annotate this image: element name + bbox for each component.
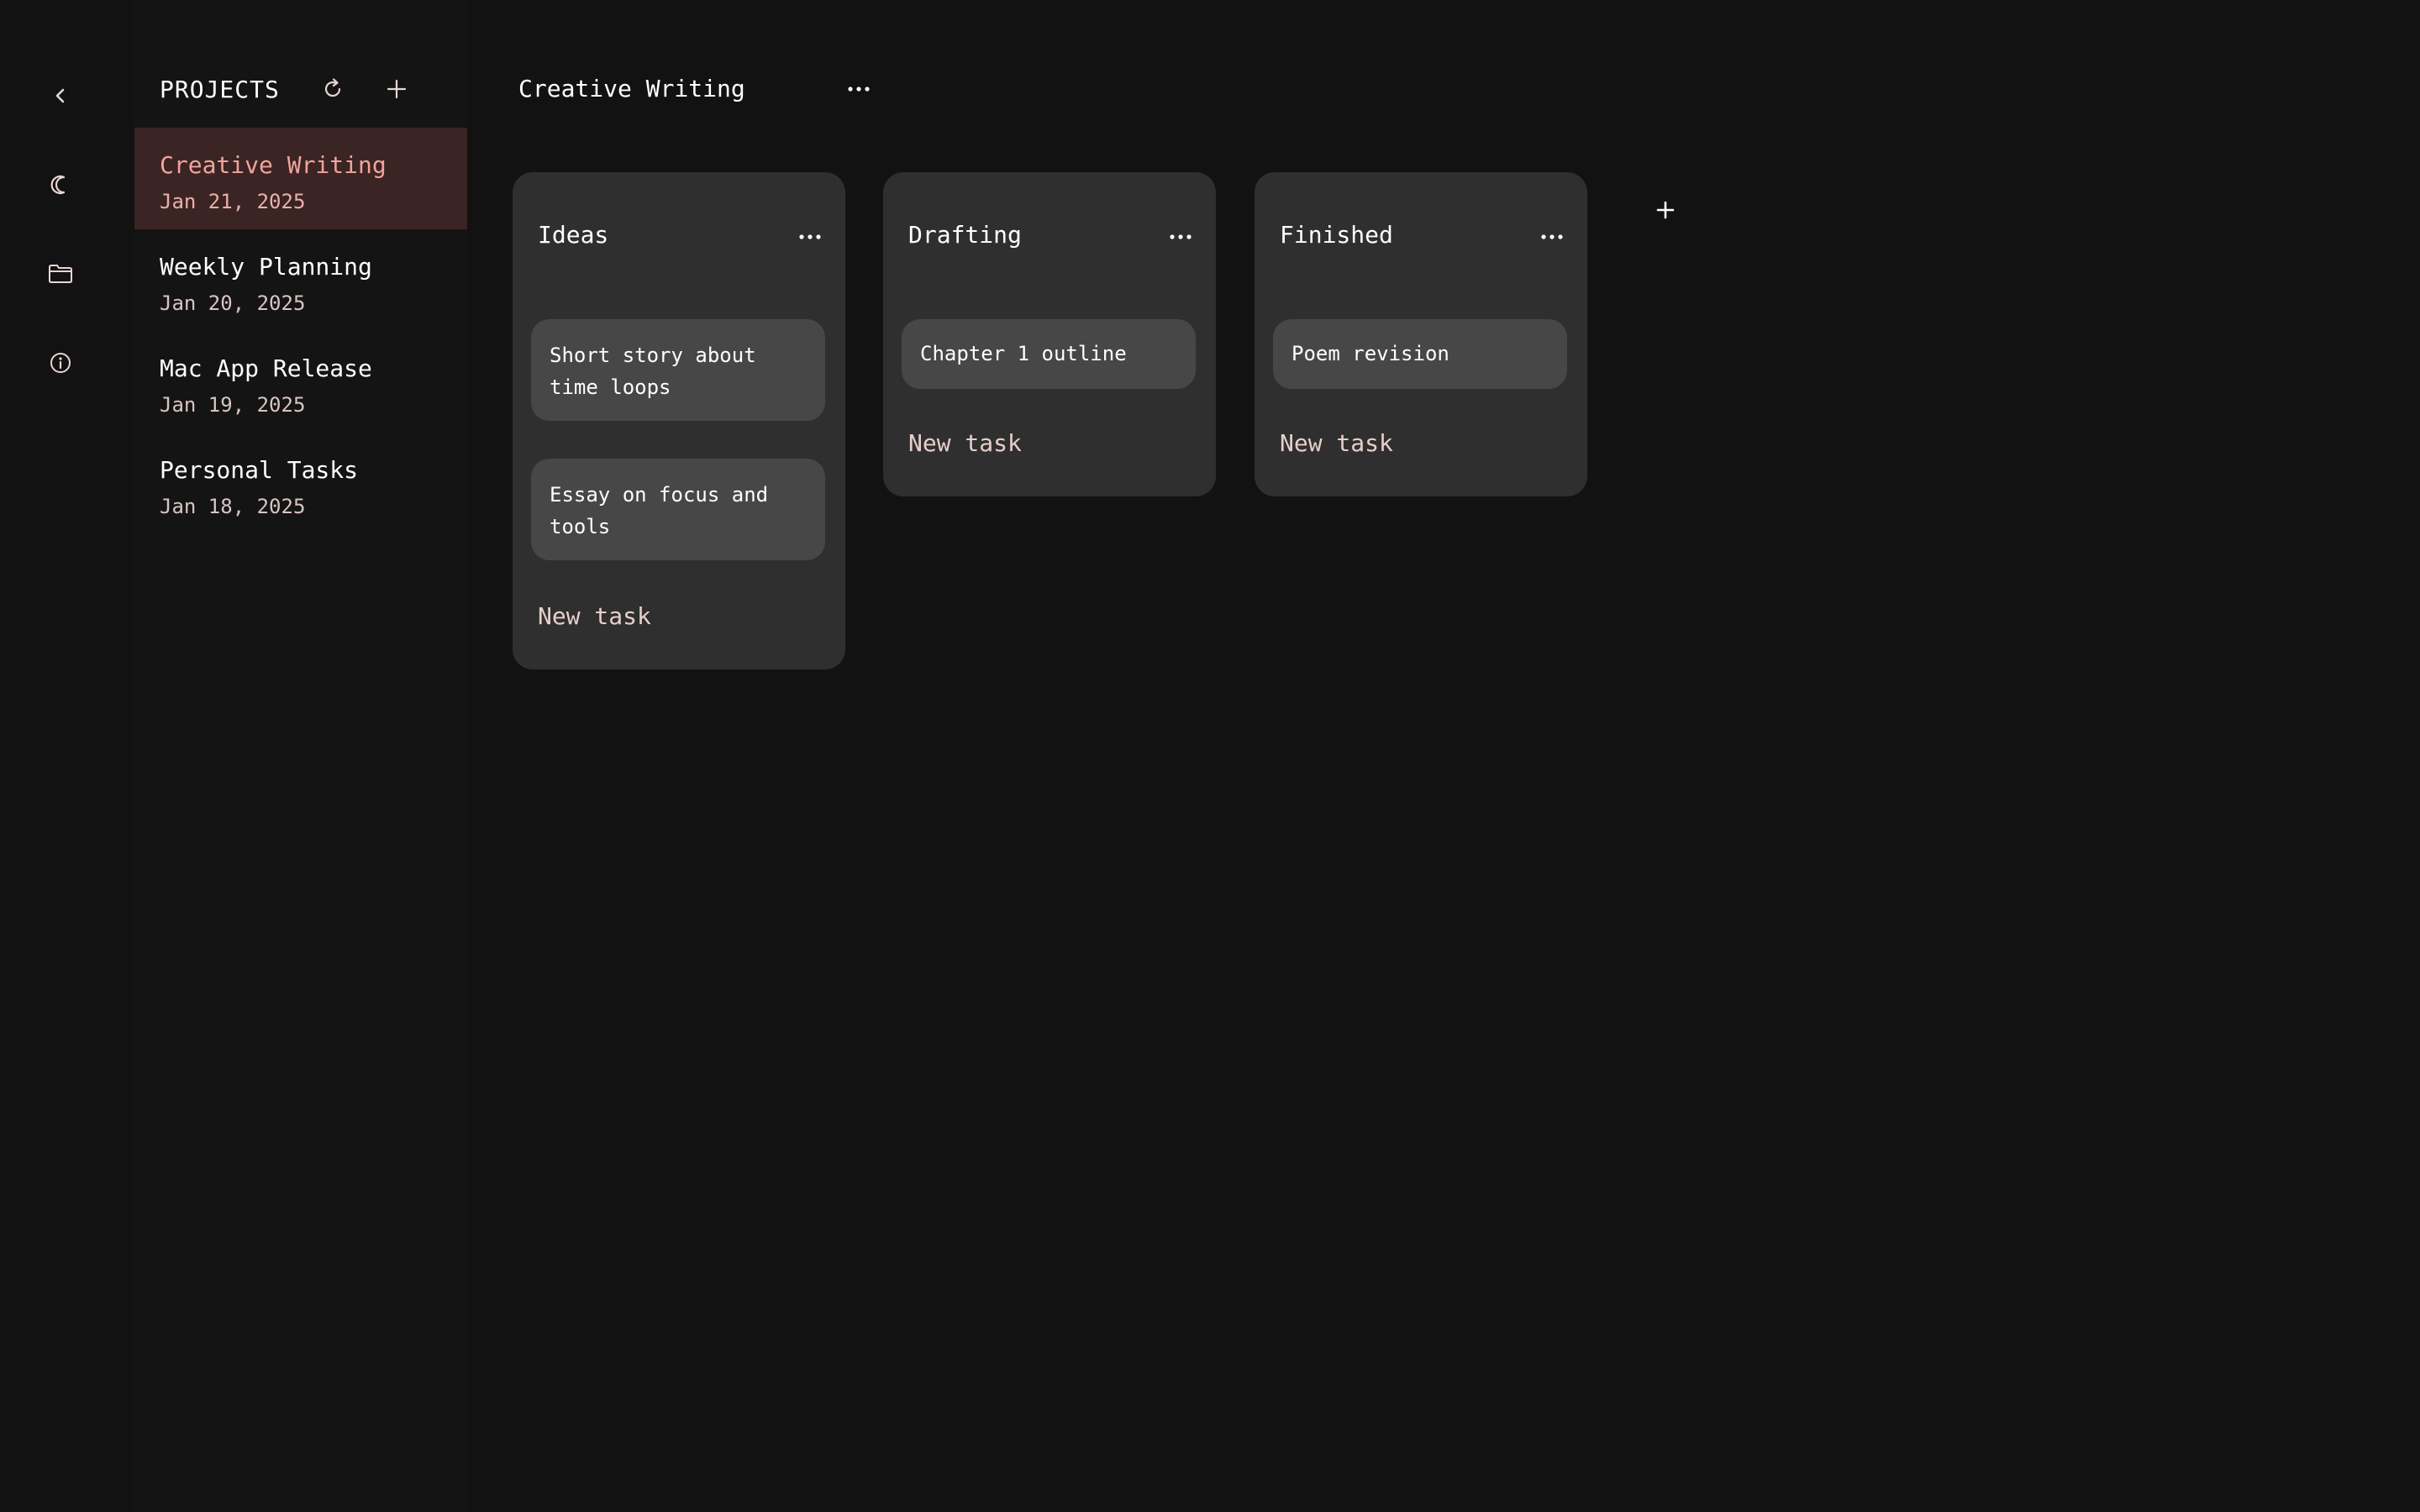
- info-icon: [50, 353, 71, 373]
- project-date: Jan 18, 2025: [160, 495, 306, 518]
- project-item-creative-writing[interactable]: Creative Writing Jan 21, 2025: [134, 128, 467, 229]
- task-card[interactable]: Poem revision: [1273, 319, 1567, 389]
- project-date: Jan 19, 2025: [160, 393, 306, 417]
- column-title: Finished: [1280, 221, 1393, 249]
- more-horizontal-icon: [1541, 234, 1563, 239]
- project-item-weekly-planning[interactable]: Weekly Planning Jan 20, 2025: [134, 229, 467, 331]
- info-button[interactable]: [44, 346, 77, 380]
- column-title: Drafting: [908, 221, 1022, 249]
- projects-title: PROJECTS: [160, 75, 280, 103]
- column-title: Ideas: [538, 221, 609, 249]
- back-button[interactable]: [44, 79, 77, 113]
- board-title: Creative Writing: [518, 75, 745, 102]
- column-menu-button[interactable]: [792, 218, 829, 255]
- projects-header: PROJECTS: [160, 71, 280, 108]
- task-card[interactable]: Short story about time loops: [531, 319, 825, 421]
- plus-icon: [387, 79, 407, 99]
- icon-rail: [0, 0, 134, 1512]
- projects-panel: PROJECTS Creative Writing Jan 21, 2025 W…: [134, 0, 467, 1512]
- project-date: Jan 21, 2025: [160, 190, 306, 213]
- plus-icon: [1656, 201, 1675, 219]
- chevron-left-icon: [55, 88, 65, 103]
- task-card[interactable]: Essay on focus and tools: [531, 459, 825, 560]
- project-date: Jan 20, 2025: [160, 291, 306, 315]
- project-name: Personal Tasks: [160, 456, 359, 484]
- refresh-button[interactable]: [314, 71, 351, 108]
- new-task-button[interactable]: New task: [908, 429, 1022, 457]
- column-drafting: Drafting Chapter 1 outline New task: [883, 172, 1216, 496]
- project-item-mac-app-release[interactable]: Mac App Release Jan 19, 2025: [134, 331, 467, 433]
- project-item-personal-tasks[interactable]: Personal Tasks Jan 18, 2025: [134, 433, 467, 534]
- project-list: Creative Writing Jan 21, 2025 Weekly Pla…: [134, 128, 467, 534]
- column-ideas: Ideas Short story about time loops Essay…: [513, 172, 845, 669]
- add-column-button[interactable]: [1647, 192, 1684, 228]
- more-horizontal-icon: [799, 234, 821, 239]
- board-menu-button[interactable]: [840, 71, 877, 108]
- new-task-button[interactable]: New task: [1280, 429, 1393, 457]
- task-card[interactable]: Chapter 1 outline: [902, 319, 1196, 389]
- app-window: PROJECTS Creative Writing Jan 21, 2025 W…: [0, 0, 2420, 1512]
- column-menu-button[interactable]: [1534, 218, 1570, 255]
- more-horizontal-icon: [848, 87, 870, 92]
- column-menu-button[interactable]: [1162, 218, 1199, 255]
- moon-icon: [50, 175, 66, 195]
- refresh-icon: [324, 78, 341, 97]
- more-horizontal-icon: [1170, 234, 1192, 239]
- project-name: Mac App Release: [160, 354, 372, 382]
- new-task-button[interactable]: New task: [538, 602, 651, 630]
- project-name: Creative Writing: [160, 151, 387, 179]
- folder-icon: [49, 265, 72, 283]
- project-name: Weekly Planning: [160, 253, 372, 281]
- column-finished: Finished Poem revision New task: [1255, 172, 1587, 496]
- folder-button[interactable]: [44, 257, 77, 291]
- theme-toggle-button[interactable]: [44, 168, 77, 202]
- add-project-button[interactable]: [378, 71, 415, 108]
